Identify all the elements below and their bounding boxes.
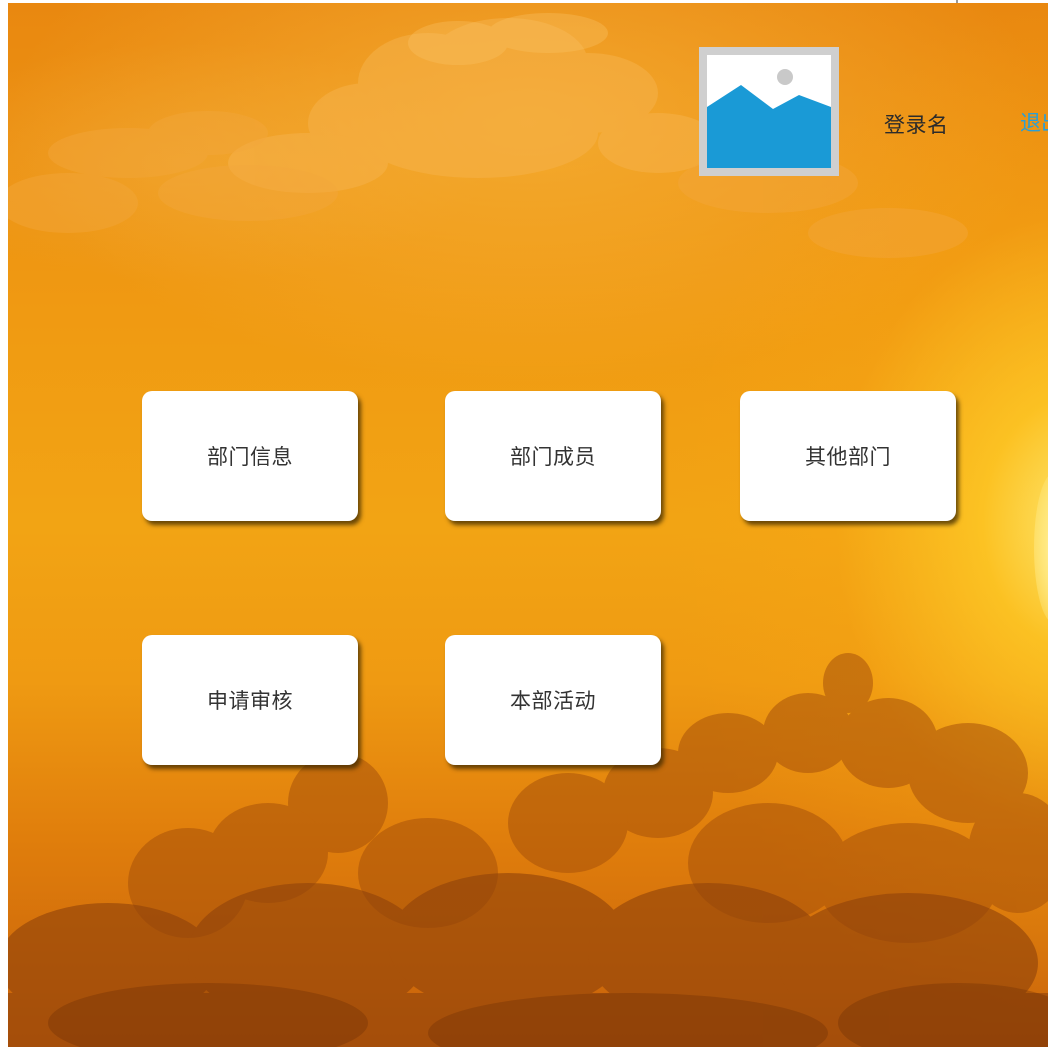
menu-card-label: 部门信息 [207,445,293,469]
login-name-label: 登录名 [884,113,949,137]
logout-link[interactable]: 退出 [1020,107,1048,137]
menu-card-department-activities[interactable]: 本部活动 [445,635,661,765]
menu-card-label: 申请审核 [207,689,293,713]
menu-card-department-info[interactable]: 部门信息 [142,391,358,521]
user-avatar[interactable] [699,47,839,176]
menu-card-other-departments[interactable]: 其他部门 [740,391,956,521]
image-placeholder-icon [707,69,831,168]
cloud-background [8,13,968,258]
sun-glow [1034,473,1048,623]
menu-card-label: 部门成员 [510,445,596,469]
page-background: 登录名 退出 部门信息 部门成员 其他部门 申请审核 本部活动 [8,3,1048,1047]
menu-card-label: 其他部门 [805,445,891,469]
menu-card-department-members[interactable]: 部门成员 [445,391,661,521]
menu-card-application-review[interactable]: 申请审核 [142,635,358,765]
menu-card-label: 本部活动 [510,689,596,713]
